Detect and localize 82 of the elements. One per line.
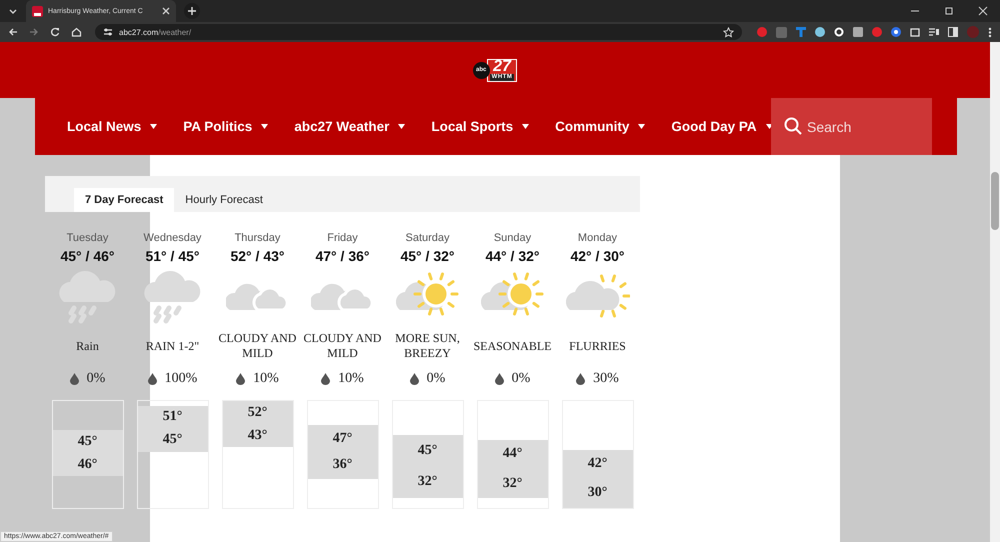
- caret-icon: [638, 124, 646, 129]
- high-temp: 52°: [248, 404, 268, 420]
- weather-summary: CLOUDY AND MILD: [302, 331, 382, 361]
- high-low-temps: 47° / 36°: [315, 248, 370, 264]
- forward-icon[interactable]: [29, 27, 39, 37]
- search-field[interactable]: Search: [771, 98, 932, 155]
- close-window-icon[interactable]: [978, 6, 988, 16]
- restore-icon[interactable]: [944, 6, 954, 16]
- high-temp: 51°: [162, 409, 182, 426]
- precip-chance: 0%: [426, 371, 446, 387]
- forecast-tab[interactable]: 7 Day Forecast: [74, 188, 174, 212]
- precip-chance: 100%: [164, 371, 198, 387]
- back-icon[interactable]: [8, 27, 18, 37]
- high-low-temps: 45° / 46°: [60, 248, 114, 264]
- low-temp: 43°: [248, 428, 268, 444]
- favicon-icon: [32, 6, 43, 16]
- nav-menu-link[interactable]: Community: [555, 119, 646, 134]
- weather-summary: FLURRIES: [568, 338, 627, 354]
- day-name: Thursday: [234, 232, 280, 244]
- high-temp: 45°: [78, 434, 98, 450]
- low-temp: 36°: [332, 457, 352, 474]
- low-temp: 30°: [588, 485, 608, 502]
- logo-number: 27: [493, 60, 511, 74]
- star-icon[interactable]: [723, 26, 734, 38]
- high-low-temps: 44° / 32°: [485, 248, 540, 264]
- address-bar[interactable]: abc27.com/weather/: [95, 24, 742, 40]
- precip-chance: 10%: [253, 371, 279, 387]
- low-temp: 32°: [502, 476, 522, 492]
- high-temp: 42°: [588, 456, 608, 472]
- day-name: Sunday: [494, 232, 532, 244]
- high-temp: 45°: [418, 442, 438, 459]
- day-name: Saturday: [405, 232, 450, 244]
- precip-chance: 10%: [338, 371, 364, 387]
- caret-icon: [261, 124, 268, 129]
- nav-menu-link[interactable]: abc27 Weather: [294, 119, 406, 134]
- new-tab-icon[interactable]: [184, 3, 200, 19]
- reload-icon[interactable]: [50, 27, 60, 37]
- raindrop-icon: [494, 373, 504, 385]
- raindrop-icon: [576, 373, 586, 385]
- scrollbar-thumb[interactable]: [991, 172, 999, 230]
- raindrop-icon: [70, 373, 79, 385]
- high-low-temps: 45° / 32°: [400, 248, 454, 264]
- raindrop-icon: [236, 373, 246, 385]
- high-temp: 44°: [502, 446, 522, 462]
- raindrop-icon: [321, 373, 330, 385]
- day-name: Friday: [327, 232, 358, 244]
- menu-icon[interactable]: [988, 26, 992, 38]
- reading-list-icon[interactable]: [929, 27, 939, 37]
- weather-summary: Rain: [75, 338, 100, 354]
- nav-menu-link[interactable]: Local Sports: [431, 119, 530, 134]
- weather-summary: RAIN 1-2": [144, 338, 200, 354]
- precip-chance: 0%: [86, 371, 106, 387]
- day-name: Tuesday: [66, 232, 108, 244]
- side-panel-icon[interactable]: [948, 27, 958, 37]
- high-temp: 47°: [332, 430, 352, 447]
- raindrop-icon: [148, 373, 157, 385]
- low-temp: 45°: [162, 432, 182, 448]
- weather-summary: CLOUDY AND MILD: [218, 331, 298, 361]
- high-low-temps: 42° / 30°: [570, 248, 624, 264]
- day-name: Wednesday: [144, 232, 202, 244]
- site-info-icon[interactable]: [103, 27, 113, 37]
- caret-icon: [398, 124, 406, 129]
- nav-menu-link[interactable]: PA Politics: [183, 119, 268, 134]
- home-icon[interactable]: [71, 27, 82, 37]
- precip-chance: 0%: [512, 371, 530, 387]
- caret-icon: [150, 124, 158, 129]
- low-temp: 46°: [78, 456, 98, 473]
- close-icon[interactable]: [162, 7, 170, 15]
- low-temp: 32°: [418, 474, 438, 490]
- day-name: Monday: [578, 232, 618, 244]
- high-low-temps: 52° / 43°: [230, 248, 284, 264]
- raindrop-icon: [410, 373, 419, 385]
- url-path: /weather/: [158, 28, 192, 36]
- precip-chance: 30%: [593, 371, 619, 387]
- weather-summary: MORE SUN, BREEZY: [394, 331, 461, 361]
- weather-summary: SEASONABLE: [472, 338, 552, 354]
- nav-menu-link[interactable]: Local News: [67, 119, 158, 134]
- high-low-temps: 51° / 45°: [145, 248, 200, 264]
- url-domain: abc27.com: [119, 28, 158, 36]
- scrollbar[interactable]: [990, 42, 1000, 542]
- caret-icon: [522, 124, 530, 129]
- forecast-tab[interactable]: Hourly Forecast: [174, 188, 274, 212]
